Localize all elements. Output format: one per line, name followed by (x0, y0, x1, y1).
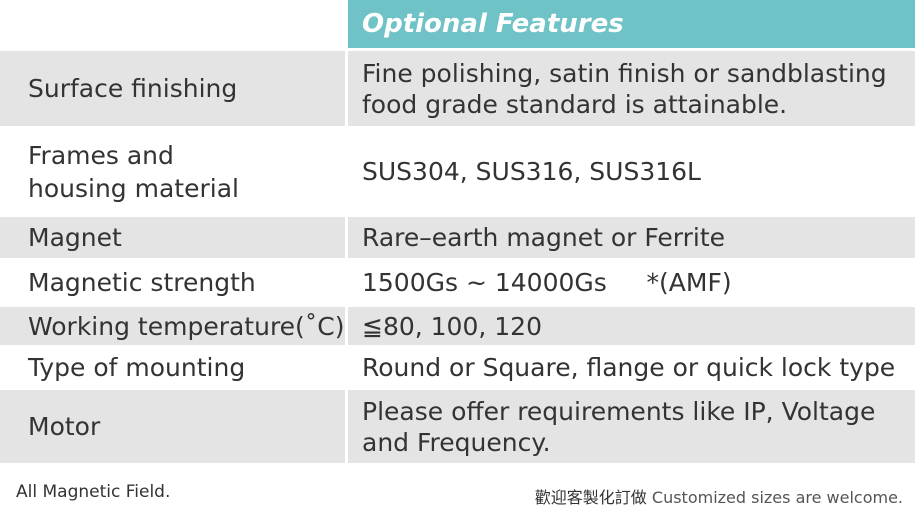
row-value: ≦80, 100, 120 (362, 311, 542, 341)
row-label: Frames and housing material (0, 129, 348, 214)
table-header-row: Optional Features (0, 0, 915, 51)
footnote: All Magnetic Field. (16, 482, 171, 502)
custom-note-english: Customized sizes are welcome. (651, 488, 903, 507)
row-value: Fine polishing, satin finish or sandblas… (362, 58, 887, 119)
row-value: Rare–earth magnet or Ferrite (362, 223, 726, 252)
features-table: Optional Features Surface finishing Fine… (0, 0, 915, 466)
table-title: Optional Features (348, 0, 915, 48)
table-row: Magnetic strength 1500Gs ~ 14000Gs *(AMF… (0, 261, 915, 307)
row-label: Motor (0, 390, 348, 463)
row-value: Please offer requirements like IP, Volta… (362, 396, 876, 457)
custom-note-chinese: 歡迎客製化訂做 (534, 488, 647, 507)
table-row: Type of mounting Round or Square, flange… (0, 348, 915, 390)
row-value: Round or Square, flange or quick lock ty… (362, 353, 896, 382)
header-spacer (0, 0, 348, 48)
row-label: Magnetic strength (0, 261, 348, 304)
row-value: SUS304, SUS316, SUS316L (362, 157, 701, 186)
table-row: Magnet Rare–earth magnet or Ferrite (0, 217, 915, 261)
table-row: Working temperature(˚C) ≦80, 100, 120 (0, 307, 915, 348)
row-value: 1500Gs ~ 14000Gs *(AMF) (362, 268, 732, 297)
row-label: Type of mounting (0, 348, 348, 387)
custom-note: 歡迎客製化訂做 Customized sizes are welcome. (535, 484, 903, 508)
row-label: Working temperature(˚C) (0, 307, 348, 345)
row-label: Magnet (0, 217, 348, 258)
table-row: Surface finishing Fine polishing, satin … (0, 51, 915, 129)
table-row: Frames and housing material SUS304, SUS3… (0, 129, 915, 217)
row-label: Surface finishing (0, 51, 348, 126)
table-row: Motor Please offer requirements like IP,… (0, 390, 915, 466)
